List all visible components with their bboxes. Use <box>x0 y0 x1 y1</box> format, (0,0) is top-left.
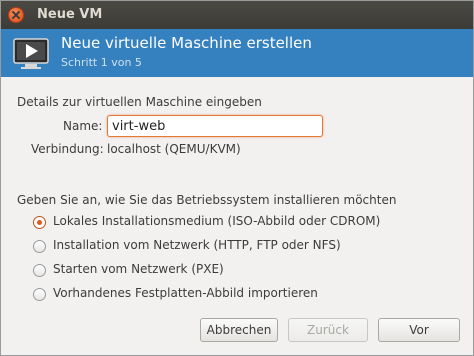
connection-value: localhost (QEMU/KVM) <box>107 142 241 156</box>
cancel-button[interactable]: Abbrechen <box>200 318 278 342</box>
wizard-banner: Neue virtuelle Maschine erstellen Schrit… <box>1 29 473 77</box>
back-button[interactable]: Zurück <box>288 318 368 342</box>
radio-label: Vorhandenes Festplatten-Abbild importier… <box>53 286 318 300</box>
radio-button[interactable] <box>33 240 46 253</box>
details-section-label: Details zur virtuellen Maschine eingeben <box>17 95 262 109</box>
radio-label: Lokales Installationsmedium (ISO-Abbild … <box>53 214 381 228</box>
new-vm-dialog: Neue VM Neue virtuelle Maschine erstelle… <box>0 0 474 356</box>
close-icon[interactable] <box>8 7 24 23</box>
radio-label: Installation vom Netzwerk (HTTP, FTP ode… <box>53 238 341 252</box>
connection-label: Verbindung: <box>31 142 104 156</box>
name-field[interactable] <box>107 115 323 137</box>
radio-label: Starten vom Netzwerk (PXE) <box>53 262 224 276</box>
forward-button[interactable]: Vor <box>378 318 460 342</box>
name-label: Name: <box>63 119 103 133</box>
wizard-heading: Neue virtuelle Maschine erstellen <box>61 34 312 52</box>
install-method-prompt: Geben Sie an, wie Sie das Betriebssystem… <box>17 193 397 207</box>
title-bar: Neue VM <box>1 1 473 29</box>
radio-button[interactable] <box>33 288 46 301</box>
vm-play-icon <box>13 38 49 69</box>
window-title: Neue VM <box>37 7 103 22</box>
radio-button[interactable] <box>33 216 46 229</box>
radio-button[interactable] <box>33 264 46 277</box>
wizard-step: Schritt 1 von 5 <box>61 56 142 69</box>
